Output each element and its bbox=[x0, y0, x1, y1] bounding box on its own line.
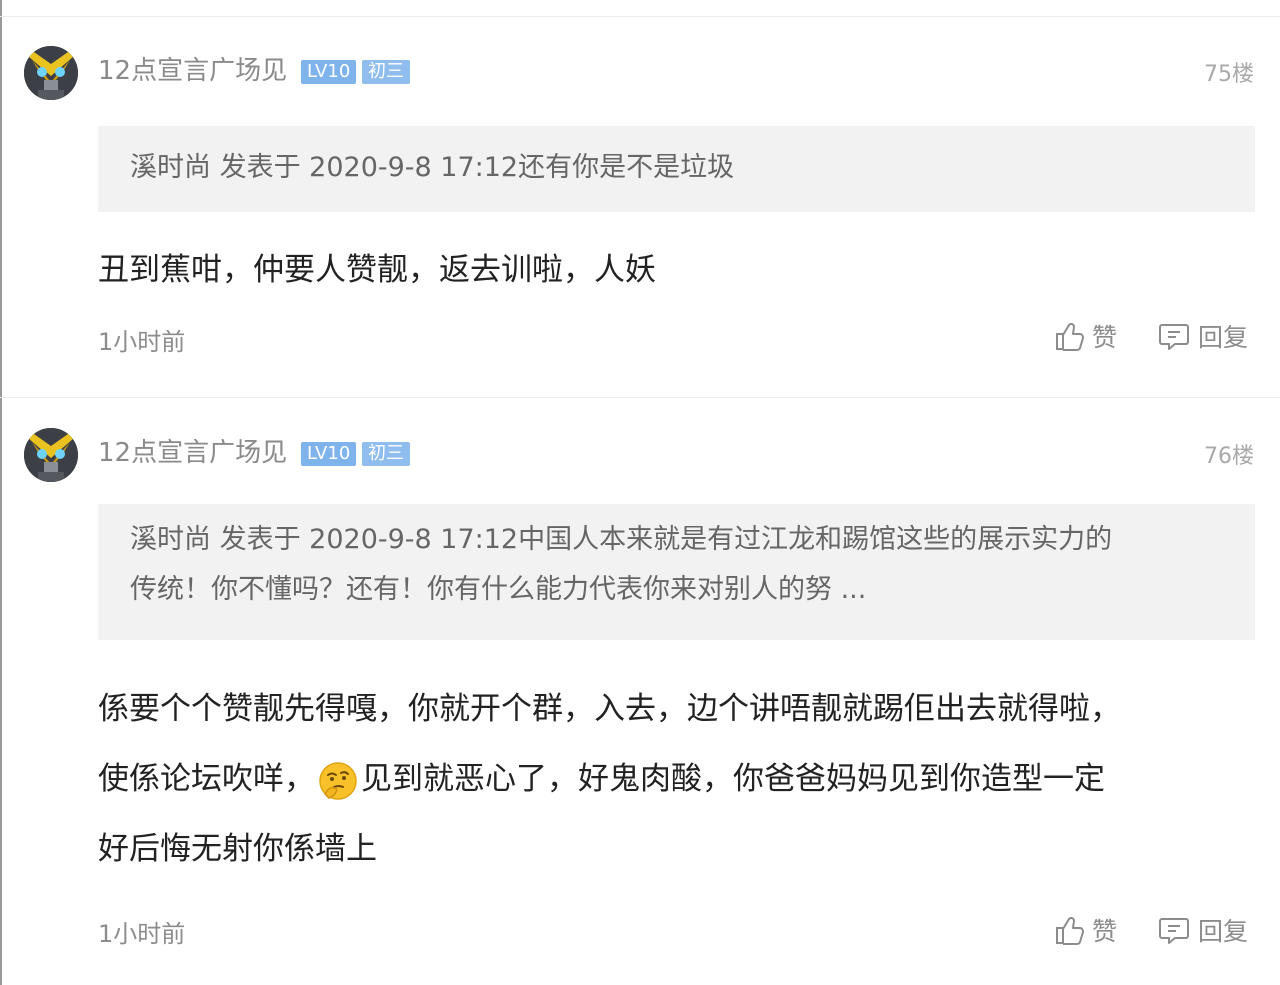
thumbs-up-icon bbox=[1056, 322, 1084, 351]
level-badge: LV10 bbox=[301, 60, 357, 84]
reply-label: 回复 bbox=[1198, 323, 1249, 352]
post-body-text: 见到就恶心了，好鬼肉酸，你爸爸妈妈见到你造型一定 bbox=[361, 761, 1105, 797]
grade-badge: 初三 bbox=[362, 442, 410, 466]
comment-icon bbox=[1159, 918, 1189, 944]
top-divider bbox=[0, 16, 1280, 17]
quoted-reply[interactable]: 溪时尚 发表于 2020-9-8 17:12中国人本来就是有过江龙和踢馆这些的展… bbox=[98, 504, 1255, 640]
thinking-emoji-icon bbox=[319, 761, 357, 800]
floor-number: 76楼 bbox=[1204, 444, 1254, 469]
grade-badge: 初三 bbox=[362, 60, 410, 84]
thread-page: 12点宣言广场见 LV10 初三 75楼 溪时尚 发表于 2020-9-8 17… bbox=[0, 0, 1280, 985]
reply-button[interactable]: 回复 bbox=[1158, 318, 1248, 354]
post-time: 1小时前 bbox=[98, 328, 186, 356]
username[interactable]: 12点宣言广场见 bbox=[98, 436, 287, 470]
post-75: 12点宣言广场见 LV10 初三 75楼 溪时尚 发表于 2020-9-8 17… bbox=[0, 30, 1280, 398]
quote-text-line: 溪时尚 发表于 2020-9-8 17:12中国人本来就是有过江龙和踢馆这些的展… bbox=[130, 524, 1113, 555]
quoted-reply[interactable]: 溪时尚 发表于 2020-9-8 17:12还有你是不是垃圾 bbox=[98, 126, 1255, 212]
post-body: 丑到蕉咁，仲要人赞靓，返去训啦，人妖 bbox=[98, 248, 1220, 292]
quote-text-line: 传统！你不懂吗？还有！你有什么能力代表你来对别人的努 ... bbox=[130, 574, 867, 605]
post-body-text: 使係论坛吹咩， bbox=[98, 761, 315, 797]
post-body-text: 丑到蕉咁，仲要人赞靓，返去训啦，人妖 bbox=[98, 252, 656, 288]
thumbs-up-icon bbox=[1056, 916, 1084, 945]
post-time: 1小时前 bbox=[98, 920, 186, 948]
post-76: 12点宣言广场见 LV10 初三 76楼 溪时尚 发表于 2020-9-8 17… bbox=[0, 412, 1280, 985]
post-body-line: 使係论坛吹咩， 见到就恶心了，好鬼肉酸，你爸爸妈妈见到你造型一定 bbox=[98, 744, 1220, 814]
user-avatar[interactable] bbox=[24, 46, 78, 100]
post-body-line: 係要个个赞靓先得嘎，你就开个群，入去，边个讲唔靓就踢佢出去就得啦， bbox=[98, 691, 1121, 727]
user-avatar[interactable] bbox=[24, 428, 78, 482]
reply-label: 回复 bbox=[1198, 917, 1249, 946]
like-label: 赞 bbox=[1092, 323, 1118, 352]
username[interactable]: 12点宣言广场见 bbox=[98, 54, 287, 88]
level-badge: LV10 bbox=[301, 442, 357, 466]
comment-icon bbox=[1159, 324, 1189, 350]
quote-text: 溪时尚 发表于 2020-9-8 17:12还有你是不是垃圾 bbox=[130, 152, 735, 183]
post-body: 係要个个赞靓先得嘎，你就开个群，入去，边个讲唔靓就踢佢出去就得啦， 使係论坛吹咩… bbox=[98, 674, 1220, 884]
post-body-line: 好后悔无射你係墙上 bbox=[98, 831, 377, 867]
post-divider bbox=[0, 397, 1280, 398]
like-label: 赞 bbox=[1092, 917, 1118, 946]
like-button[interactable]: 赞 bbox=[1054, 318, 1117, 354]
floor-number: 75楼 bbox=[1204, 62, 1254, 87]
reply-button[interactable]: 回复 bbox=[1158, 912, 1248, 948]
like-button[interactable]: 赞 bbox=[1054, 912, 1117, 948]
